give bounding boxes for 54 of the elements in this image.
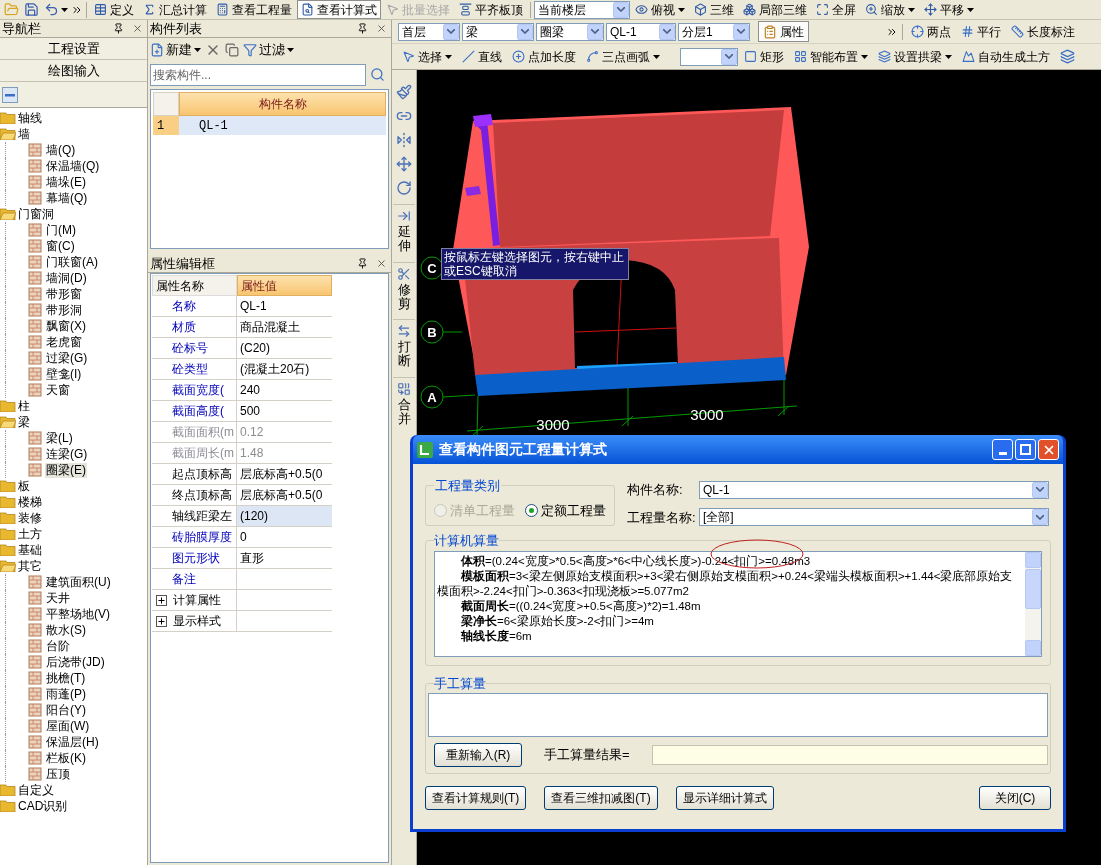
column-header: 构件名称 (179, 92, 386, 116)
row-number: 1 (153, 116, 179, 135)
group-title: 手工算量 (434, 674, 486, 693)
property-name: 材质 (152, 317, 237, 337)
panel-title: 导航栏 (2, 22, 41, 35)
folder-label: 其它 (18, 560, 42, 572)
folder-label: 板 (18, 480, 30, 492)
group-title: 计算机算量 (434, 532, 499, 550)
property-name: 备注 (152, 569, 237, 589)
property-name: 终点顶标高 (152, 485, 237, 505)
folder-label: 梁 (18, 416, 30, 428)
panel-title: 构件列表 (150, 22, 202, 35)
property-name: 图元形状 (152, 548, 237, 568)
folder-label: CAD识别 (18, 800, 68, 812)
result-label: 手工算量结果= (544, 746, 630, 765)
property-name: 截面周长(m (152, 443, 237, 463)
folder-label: 土方 (18, 528, 42, 540)
folder-label: 门窗洞 (18, 208, 54, 220)
column-header: 属性值 (237, 275, 332, 296)
folder-label: 自定义 (18, 784, 54, 796)
field-label: 构件名称: (627, 481, 684, 499)
folder-label: 柱 (18, 400, 30, 412)
formula-line: 轴线长度=6m (460, 628, 533, 644)
folder-label: 装修 (18, 512, 42, 524)
property-name: 名称 (152, 296, 237, 316)
formula-line: 模板面积=3<梁左侧原始支模面积>+3<梁右侧原始支模面积>+0.24<梁端头模板面积>+1.44<梁底部原始支模面积>-2.24<扣门>-0.363<扣现浇板>=5.077m2 (437, 568, 1014, 599)
radio-label: 清单工程量 (450, 501, 515, 520)
column-header: 属性名称 (152, 275, 237, 296)
window-title: 查看构件图元工程量计算式 (439, 440, 607, 459)
axis-label: C (427, 261, 437, 276)
tooltip: 按鼠标左键选择图元，按右键中止或ESC键取消 (441, 248, 629, 280)
dimension-label: 3000 (536, 416, 570, 433)
property-name: 截面宽度( (152, 380, 237, 400)
group-title: 工程量类别 (434, 477, 501, 495)
dimension-label: 3000 (690, 406, 724, 423)
radio-label: 定额工程量 (541, 501, 606, 520)
formula-line: 梁净长=6<梁原始长度>-2<扣门>=4m (460, 613, 655, 629)
property-name: 砖胎膜厚度 (152, 527, 237, 547)
folder-label: 基础 (18, 544, 42, 556)
property-name: 砼标号 (152, 338, 237, 358)
property-name: 砼类型 (152, 359, 237, 379)
axis-label: A (427, 390, 437, 405)
panel-title: 属性编辑框 (150, 257, 215, 270)
table-cell-text: QL-1 (198, 117, 228, 135)
property-name: 截面面积(m (152, 422, 237, 442)
property-name: 截面高度( (152, 401, 237, 421)
folder-label: 轴线 (18, 112, 42, 124)
folder-label: 楼梯 (18, 496, 42, 508)
axis-label: B (427, 325, 437, 340)
formula-line: 体积=(0.24<宽度>*0.5<高度>*6<中心线长度>)-0.24<扣门>=0.48m3 (460, 553, 812, 569)
field-label: 工程量名称: (627, 508, 697, 527)
property-name: 起点顶标高 (152, 464, 237, 484)
formula-line: 截面周长=((0.24<宽度>+0.5<高度>)*2)=1.48m (460, 598, 702, 614)
folder-label: 墙 (18, 128, 30, 140)
